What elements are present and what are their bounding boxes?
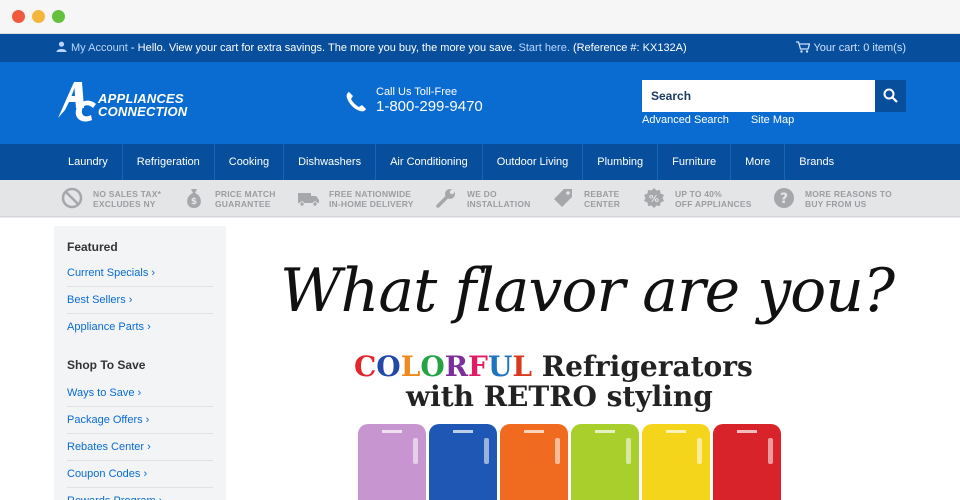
colorful-letter: O <box>420 350 445 383</box>
orange-fridge <box>500 424 568 500</box>
no-sign-icon <box>61 187 83 209</box>
benefit-text: FREE NATIONWIDE IN-HOME DELIVERY <box>329 189 414 209</box>
promo-headline: What flavor are you? <box>280 256 895 326</box>
site-map-link[interactable]: Site Map <box>751 114 794 126</box>
sidebar-link-rewards-program[interactable]: Rewards Program <box>67 488 213 500</box>
lime-fridge <box>571 424 639 500</box>
wrench-icon <box>436 189 455 208</box>
main-navigation: Laundry Refrigeration Cooking Dishwasher… <box>0 144 960 180</box>
site-header: APPLIANCES CONNECTION Call Us Toll-Free … <box>0 62 960 144</box>
advanced-search-link[interactable]: Advanced Search <box>642 114 729 126</box>
nav-air-conditioning[interactable]: Air Conditioning <box>376 144 483 180</box>
nav-more[interactable]: More <box>731 144 786 180</box>
phone-number[interactable]: 1-800-299-9470 <box>376 98 483 115</box>
promo-banner[interactable]: What flavor are you? COLORFUL Refrigerat… <box>258 254 898 500</box>
svg-text:%: % <box>649 194 659 205</box>
sidebar-link-coupon-codes[interactable]: Coupon Codes <box>67 461 213 488</box>
sidebar-link-package-offers[interactable]: Package Offers <box>67 407 213 434</box>
search-form <box>642 80 906 112</box>
benefit-text: UP TO 40% OFF APPLIANCES <box>675 189 752 209</box>
fridge-lineup-image <box>358 424 788 500</box>
percent-icon: % <box>644 188 664 208</box>
reference-number: (Reference #: KX132A) <box>569 42 687 54</box>
benefit-text: PRICE MATCH GUARANTEE <box>215 189 276 209</box>
my-account-link[interactable]: My Account <box>71 42 128 54</box>
phone-icon <box>346 92 366 112</box>
colorful-letter: C <box>354 350 377 383</box>
nav-furniture[interactable]: Furniture <box>658 144 732 180</box>
search-icon <box>883 88 898 103</box>
colorful-letter: R <box>444 350 469 383</box>
minimize-window-icon[interactable] <box>32 10 45 23</box>
nav-plumbing[interactable]: Plumbing <box>583 144 659 180</box>
sidebar: Featured Current Specials Best Sellers A… <box>54 226 226 500</box>
benefit-text: REBATE CENTER <box>584 189 621 209</box>
close-window-icon[interactable] <box>12 10 25 23</box>
browser-window-bar <box>0 0 960 34</box>
yellow-fridge <box>642 424 710 500</box>
question-icon: ? <box>774 188 794 208</box>
sidebar-link-appliance-parts[interactable]: Appliance Parts <box>67 314 213 341</box>
main-content: Featured Current Specials Best Sellers A… <box>0 218 960 500</box>
colorful-letter: U <box>487 350 513 383</box>
welcome-message: - Hello. View your cart for extra saving… <box>127 42 519 54</box>
cart-icon <box>796 41 811 53</box>
colorful-letter: F <box>468 350 488 383</box>
tag-icon <box>554 189 572 207</box>
pink-fridge <box>358 424 426 500</box>
svg-text:$: $ <box>191 197 197 207</box>
nav-outdoor-living[interactable]: Outdoor Living <box>483 144 584 180</box>
promo-subheading-colorful: COLORFUL Refrigerators <box>354 350 753 383</box>
nav-refrigeration[interactable]: Refrigeration <box>123 144 215 180</box>
red-fridge <box>713 424 781 500</box>
logo-text-connection: CONNECTION <box>98 104 188 119</box>
cart-link[interactable]: Your cart: 0 item(s) <box>796 41 906 54</box>
nav-laundry[interactable]: Laundry <box>54 144 123 180</box>
shop-to-save-heading: Shop To Save <box>67 358 146 372</box>
blue-fridge <box>429 424 497 500</box>
search-button[interactable] <box>875 80 906 112</box>
truck-icon <box>298 193 319 207</box>
cart-count: Your cart: 0 item(s) <box>813 42 906 54</box>
benefit-text: NO SALES TAX* EXCLUDES NY <box>93 189 162 209</box>
nav-cooking[interactable]: Cooking <box>215 144 285 180</box>
sidebar-link-best-sellers[interactable]: Best Sellers <box>67 287 213 314</box>
benefits-bar: NO SALES TAX* EXCLUDES NY $ PRICE MATCH … <box>0 180 960 217</box>
colorful-letter: L <box>512 350 533 383</box>
top-account-bar: My Account - Hello. View your cart for e… <box>0 34 960 62</box>
search-input[interactable] <box>642 80 875 112</box>
toll-free-label: Call Us Toll-Free <box>376 86 458 98</box>
benefit-text: MORE REASONS TO BUY FROM US <box>805 189 892 209</box>
money-bag-icon: $ <box>187 189 201 208</box>
sidebar-link-current-specials[interactable]: Current Specials <box>67 260 213 287</box>
promo-subheading-retro: with RETRO styling <box>406 380 713 413</box>
featured-heading: Featured <box>67 240 118 254</box>
start-here-link[interactable]: Start here. <box>519 42 570 54</box>
colorful-letter: O <box>376 350 401 383</box>
colorful-letter: L <box>400 350 421 383</box>
benefit-text: WE DO INSTALLATION <box>467 189 531 209</box>
ac-logo-icon <box>58 82 96 122</box>
promo-refrigerators-text: Refrigerators <box>532 350 753 383</box>
user-icon <box>56 41 67 52</box>
nav-brands[interactable]: Brands <box>785 144 848 180</box>
site-logo[interactable]: APPLIANCES CONNECTION <box>54 78 224 128</box>
nav-dishwashers[interactable]: Dishwashers <box>284 144 377 180</box>
maximize-window-icon[interactable] <box>52 10 65 23</box>
sidebar-link-ways-to-save[interactable]: Ways to Save <box>67 380 213 407</box>
svg-text:?: ? <box>780 191 788 207</box>
sidebar-link-rebates-center[interactable]: Rebates Center <box>67 434 213 461</box>
